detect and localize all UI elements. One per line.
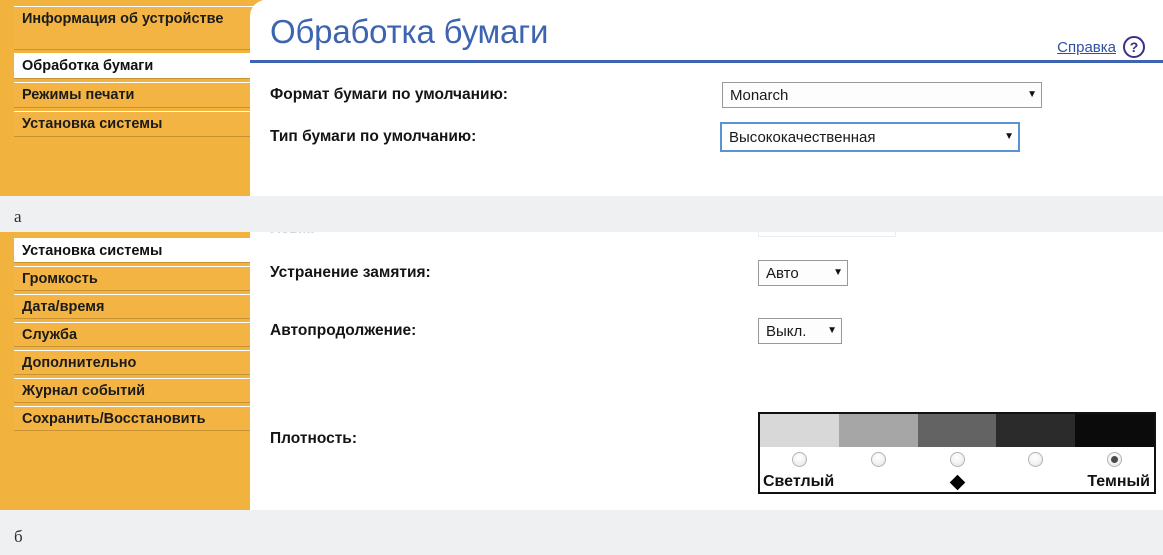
title-divider [250,60,1163,63]
field-label: Автопродолжение: [270,322,417,339]
chevron-down-icon: ▼ [1004,131,1014,142]
sidebar-item-label: Обработка бумаги [22,58,154,74]
sidebar-item-date-time[interactable]: Дата/время [14,294,254,319]
sidebar-item-system-setup[interactable]: Установка системы [14,238,254,263]
density-swatch-2 [838,414,918,447]
sidebar-item-label: Дополнительно [22,355,137,371]
clipped-form-row: Язык: [250,232,1163,238]
figure-b: Установка системы Громкость Дата/время С… [0,232,1163,555]
density-swatch-5 [1075,414,1154,447]
sidebar-item-label: Дата/время [22,299,105,315]
form-row-auto-continue: Автопродолжение: Выкл. ▼ [250,314,1163,348]
form-row-default-paper-type: Тип бумаги по умолчанию: Высококачествен… [250,120,1163,154]
printer-web-ui-panel-b: Установка системы Громкость Дата/время С… [0,232,1163,510]
sidebar-a: Информация об устройстве Обработка бумаг… [0,0,262,196]
sidebar-item-save-restore[interactable]: Сохранить/Восстановить [14,406,258,431]
density-swatch-1 [760,414,839,447]
sidebar-item-label: Информация об устройстве [22,11,224,27]
sidebar-item-label: Установка системы [22,243,163,259]
jam-recovery-select[interactable]: Авто ▼ [758,260,848,286]
default-paper-size-select[interactable]: Monarch ▼ [722,82,1042,108]
sidebar-b: Установка системы Громкость Дата/время С… [0,232,262,510]
sidebar-item-paper-handling[interactable]: Обработка бумаги [14,53,254,79]
content-card-a: Обработка бумаги Справка ? Формат бумаги… [250,0,1163,196]
sidebar-item-label: Режимы печати [22,87,135,103]
page-title: Обработка бумаги [270,13,549,50]
density-light-label: Светлый [763,473,835,490]
field-label: Формат бумаги по умолчанию: [270,86,508,103]
density-slider-widget[interactable]: Светлый Темный [758,412,1156,494]
content-card-b: Язык: Устранение замятия: Авто ▼ Автопро… [250,232,1163,510]
form-row-density: Плотность: Светлый Темный [250,412,1163,510]
chevron-down-icon: ▼ [833,267,843,278]
density-radio-3[interactable] [949,452,965,467]
printer-web-ui-panel-a: Информация об устройстве Обработка бумаг… [0,0,1163,196]
sidebar-item-label: Установка системы [22,116,163,132]
figure-caption-b: б [14,527,23,546]
sidebar-item-label: Служба [22,327,78,343]
density-labels: Светлый Темный [760,471,1154,495]
density-center-marker [949,474,966,491]
select-value: Авто [766,264,799,282]
sidebar-item-service[interactable]: Служба [14,322,254,347]
form-row-default-paper-size: Формат бумаги по умолчанию: Monarch ▼ [250,78,1163,112]
density-swatch-3 [917,414,997,447]
auto-continue-select[interactable]: Выкл. ▼ [758,318,842,344]
sidebar-item-label: Сохранить/Восстановить [22,411,206,427]
clipped-select [758,232,896,237]
sidebar-item-event-log[interactable]: Журнал событий [14,378,254,403]
field-label: Плотность: [270,430,357,447]
sidebar-item-volume[interactable]: Громкость [14,266,254,291]
field-label: Язык: [270,232,315,238]
density-gradient-bar [760,414,1154,447]
chevron-down-icon: ▼ [827,325,837,336]
question-mark-circle-icon[interactable]: ? [1123,36,1145,58]
sidebar-item-advanced[interactable]: Дополнительно [14,350,254,375]
help-link[interactable]: Справка [1057,39,1116,56]
select-value: Высококачественная [729,128,876,146]
figure-a: Информация об устройстве Обработка бумаг… [0,0,1163,232]
select-value: Monarch [730,86,789,104]
sidebar-item-label: Громкость [22,271,98,287]
sidebar-item-print-modes[interactable]: Режимы печати [14,82,254,108]
chevron-down-icon: ▼ [1027,89,1037,100]
select-value: Выкл. [766,322,807,340]
default-paper-type-select[interactable]: Высококачественная ▼ [720,122,1020,152]
field-label: Тип бумаги по умолчанию: [270,128,477,145]
density-radio-group[interactable] [760,447,1154,471]
density-radio-4[interactable] [1028,452,1044,467]
figure-caption-a: а [14,207,22,226]
density-dark-label: Темный [1087,473,1150,490]
help-area: Справка ? [1057,36,1145,58]
sidebar-item-device-info[interactable]: Информация об устройстве [14,6,254,50]
field-label: Устранение замятия: [270,264,431,281]
screenshot-root: Информация об устройстве Обработка бумаг… [0,0,1163,555]
sidebar-item-system-setup[interactable]: Установка системы [14,111,254,137]
sidebar-item-label: Журнал событий [22,383,146,399]
density-radio-2[interactable] [870,452,886,467]
form-row-jam-recovery: Устранение замятия: Авто ▼ [250,256,1163,290]
density-swatch-4 [996,414,1076,447]
density-radio-1[interactable] [791,452,807,467]
density-radio-5[interactable] [1107,452,1123,467]
